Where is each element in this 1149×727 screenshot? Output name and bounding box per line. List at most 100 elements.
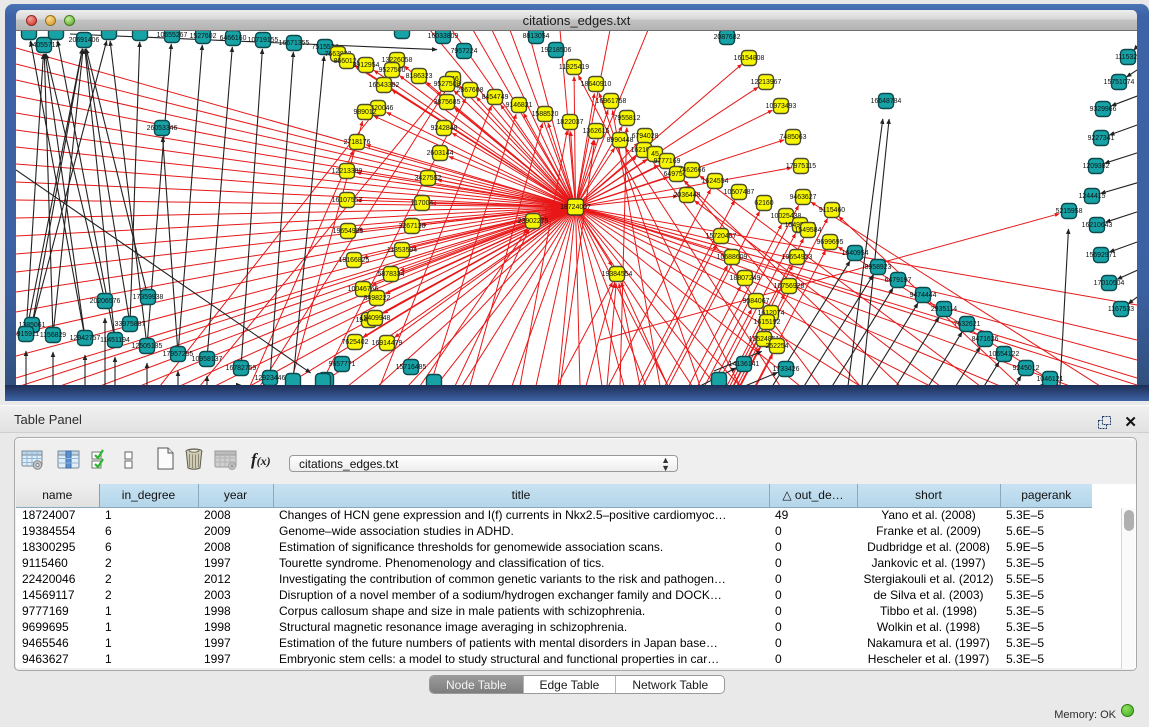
svg-text:10958137: 10958137 [192, 356, 223, 363]
svg-text:9115460: 9115460 [819, 207, 845, 214]
svg-text:10688609: 10688609 [717, 254, 748, 261]
svg-text:15692971: 15692971 [1086, 252, 1117, 259]
svg-text:9146821: 9146821 [506, 102, 533, 109]
svg-text:1615192: 1615192 [754, 319, 781, 326]
svg-text:9527500: 9527500 [379, 67, 406, 74]
svg-text:10507487: 10507487 [724, 189, 755, 196]
svg-text:20206576: 20206576 [90, 298, 121, 305]
svg-text:8454749: 8454749 [482, 94, 509, 101]
svg-text:17957255: 17957255 [163, 351, 194, 358]
svg-text:117004: 117004 [411, 200, 434, 207]
svg-text:7632621: 7632621 [954, 321, 981, 328]
svg-text:16648784: 16648784 [871, 98, 902, 105]
svg-text:10655267: 10655267 [157, 32, 188, 39]
svg-text:9657771: 9657771 [329, 361, 356, 368]
svg-text:18724007: 18724007 [560, 204, 591, 211]
svg-text:18640910: 18640910 [581, 81, 612, 88]
svg-text:33975887: 33975887 [115, 321, 146, 328]
svg-text:9329966: 9329966 [1090, 106, 1117, 113]
svg-text:2367608: 2367608 [457, 87, 484, 94]
svg-text:9227341: 9227341 [1088, 135, 1115, 142]
svg-text:6479197: 6479197 [885, 277, 912, 284]
svg-text:19218506: 19218506 [541, 47, 572, 54]
svg-text:7625402: 7625402 [342, 339, 369, 346]
svg-text:16914479: 16914479 [372, 340, 403, 347]
svg-text:12942757: 12942757 [70, 335, 101, 342]
svg-text:1115322: 1115322 [1115, 54, 1137, 61]
svg-text:12213389: 12213389 [332, 168, 363, 175]
svg-text:252254: 252254 [766, 343, 789, 350]
svg-text:1046121: 1046121 [1037, 376, 1064, 383]
svg-text:9463627: 9463627 [790, 194, 817, 201]
svg-text:7957224: 7957224 [451, 48, 478, 55]
svg-text:1362615: 1362615 [583, 128, 610, 135]
svg-text:9699695: 9699695 [817, 239, 844, 246]
svg-text:10756928: 10756928 [774, 283, 805, 290]
svg-text:18807249: 18807249 [730, 275, 761, 282]
svg-text:1156829: 1156829 [40, 332, 66, 339]
svg-text:19654985: 19654985 [333, 228, 364, 235]
svg-text:1822037: 1822037 [557, 119, 584, 126]
svg-text:2036448: 2036448 [674, 192, 701, 199]
svg-text:15716485: 15716485 [396, 364, 427, 371]
svg-text:7955812: 7955812 [614, 115, 641, 122]
svg-text:16107553: 16107553 [332, 197, 363, 204]
svg-text:12923446: 12923446 [255, 375, 286, 382]
svg-text:5215958: 5215958 [1056, 208, 1083, 215]
svg-text:11353594: 11353594 [387, 247, 417, 254]
svg-text:11325419: 11325419 [559, 64, 589, 71]
svg-text:1624554: 1624554 [702, 178, 729, 185]
svg-text:7462666: 7462666 [679, 167, 706, 174]
svg-text:16543382: 16543382 [369, 82, 400, 89]
svg-text:16210643: 16210643 [1082, 222, 1113, 229]
svg-text:7485063: 7485063 [780, 134, 807, 141]
svg-text:19384554: 19384554 [602, 271, 633, 278]
svg-text:1640954: 1640954 [842, 250, 869, 257]
svg-text:16671355: 16671355 [279, 40, 310, 47]
svg-text:6466160: 6466160 [220, 35, 247, 42]
svg-text:16961758: 16961758 [596, 98, 627, 105]
svg-text:9474444: 9474444 [910, 292, 937, 299]
svg-text:45: 45 [651, 151, 659, 158]
svg-text:3498222: 3498222 [364, 295, 391, 302]
svg-text:8186323: 8186323 [406, 73, 433, 80]
svg-text:17359938: 17359938 [133, 294, 164, 301]
svg-text:16782759: 16782759 [226, 365, 257, 372]
svg-text:3267130: 3267130 [399, 223, 426, 230]
svg-text:9245012: 9245012 [1013, 365, 1040, 372]
svg-text:2603144: 2603144 [427, 150, 454, 157]
svg-text:17010504: 17010504 [1094, 280, 1125, 287]
svg-text:26053346: 26053346 [147, 125, 178, 132]
svg-text:8990448: 8990448 [607, 137, 634, 144]
svg-text:19654923: 19654923 [782, 254, 813, 261]
svg-text:5878334: 5878334 [378, 271, 405, 278]
svg-text:10719155: 10719155 [248, 37, 279, 44]
svg-text:8912954: 8912954 [353, 62, 380, 69]
svg-text:1588520: 1588520 [532, 111, 559, 118]
svg-text:3875685: 3875685 [434, 99, 461, 106]
svg-text:15720407: 15720407 [706, 233, 737, 240]
svg-text:19166825: 19166825 [339, 257, 370, 264]
svg-text:9777169: 9777169 [654, 158, 681, 165]
svg-text:2718176: 2718176 [344, 139, 371, 146]
svg-text:10973493: 10973493 [766, 103, 797, 110]
svg-text:1209382: 1209382 [1083, 163, 1110, 170]
svg-text:1527602: 1527602 [190, 33, 217, 40]
svg-text:1244415: 1244415 [1079, 193, 1106, 200]
svg-text:17975115: 17975115 [786, 163, 816, 170]
svg-text:11451194: 11451194 [100, 337, 130, 344]
svg-text:62160: 62160 [754, 200, 773, 207]
svg-text:16033809: 16033809 [428, 33, 459, 40]
svg-text:15409948: 15409948 [360, 315, 391, 322]
svg-text:3915911: 3915911 [16, 331, 39, 338]
svg-text:989012: 989012 [354, 109, 377, 116]
svg-text:8958923: 8958923 [865, 264, 892, 271]
svg-text:12505185: 12505185 [132, 343, 163, 350]
svg-text:12213967: 12213967 [751, 79, 782, 86]
svg-text:10654122: 10654122 [989, 351, 1020, 358]
svg-text:9084067: 9084067 [743, 298, 770, 305]
svg-text:9242848: 9242848 [431, 125, 458, 132]
svg-text:1167533: 1167533 [1108, 306, 1134, 313]
svg-text:23902275: 23902275 [518, 218, 549, 225]
svg-text:8813054: 8813054 [523, 33, 550, 40]
